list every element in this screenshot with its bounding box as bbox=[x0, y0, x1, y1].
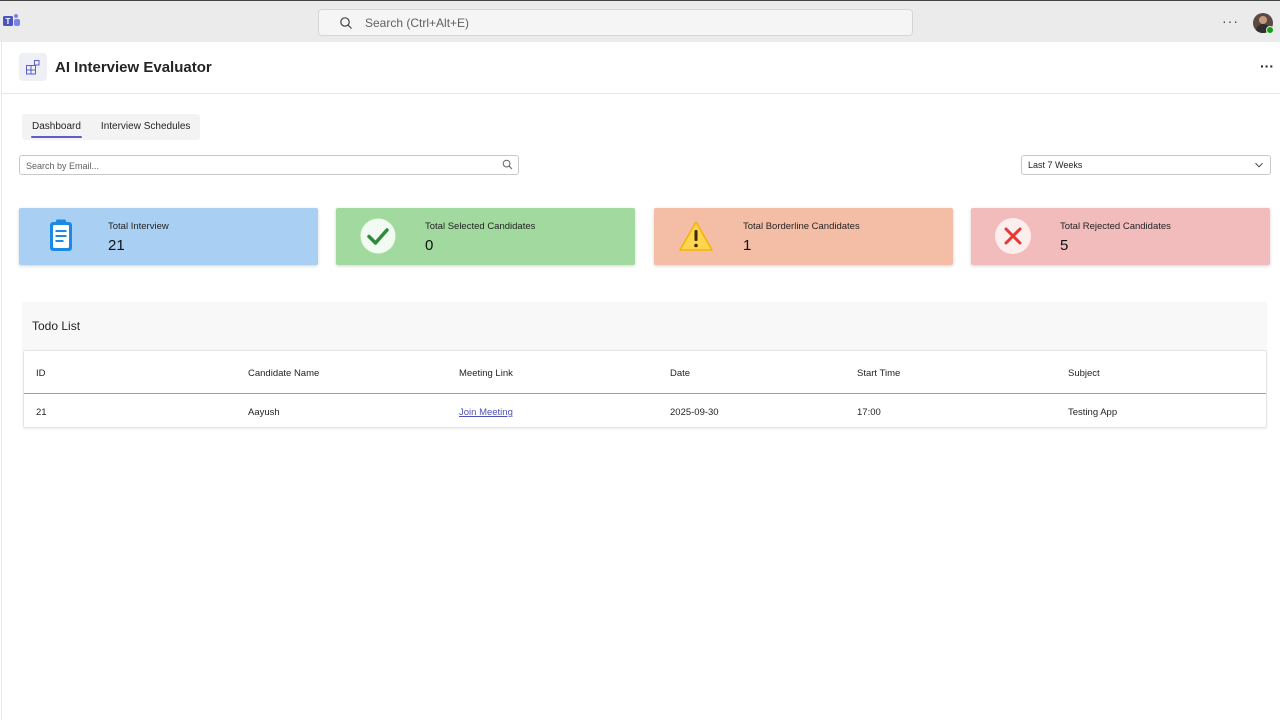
stat-card-total-interview: Total Interview 21 bbox=[19, 208, 318, 265]
app-content: AI Interview Evaluator ··· Dashboard Int… bbox=[1, 42, 1280, 720]
teams-logo-icon[interactable]: T bbox=[3, 13, 21, 29]
cell-subject: Testing App bbox=[1068, 407, 1118, 418]
page-title: AI Interview Evaluator bbox=[55, 59, 212, 76]
title-bar: T Search (Ctrl+Alt+E) ··· bbox=[0, 0, 1280, 42]
tab-list: Dashboard Interview Schedules bbox=[22, 114, 201, 140]
stat-card-label: Total Selected Candidates bbox=[425, 221, 536, 232]
checkmark-icon bbox=[360, 218, 396, 254]
global-search-placeholder: Search (Ctrl+Alt+E) bbox=[365, 15, 470, 30]
stat-card-value: 1 bbox=[743, 237, 752, 254]
stat-card-label: Total Borderline Candidates bbox=[743, 221, 860, 232]
date-range-value: Last 7 Weeks bbox=[1028, 160, 1083, 170]
column-header-start-time[interactable]: Start Time bbox=[857, 368, 900, 379]
cell-candidate-name: Aayush bbox=[248, 407, 280, 418]
close-icon bbox=[995, 218, 1031, 254]
stat-card-borderline: Total Borderline Candidates 1 bbox=[654, 208, 953, 265]
svg-text:T: T bbox=[6, 17, 11, 26]
stat-card-value: 21 bbox=[108, 237, 125, 254]
table-header-row: ID Candidate Name Meeting Link Date Star… bbox=[24, 351, 1266, 394]
join-meeting-link[interactable]: Join Meeting bbox=[459, 407, 513, 418]
cell-id: 21 bbox=[36, 407, 47, 418]
presence-available-icon bbox=[1266, 26, 1274, 34]
column-header-id[interactable]: ID bbox=[36, 368, 46, 379]
stat-card-label: Total Rejected Candidates bbox=[1060, 221, 1171, 232]
cell-date: 2025-09-30 bbox=[670, 407, 719, 418]
date-range-dropdown[interactable]: Last 7 Weeks bbox=[1021, 155, 1271, 175]
app-icon bbox=[19, 53, 47, 81]
global-search-bar[interactable]: Search (Ctrl+Alt+E) bbox=[318, 9, 913, 36]
column-header-candidate-name[interactable]: Candidate Name bbox=[248, 368, 319, 379]
stat-card-value: 0 bbox=[425, 237, 434, 254]
avatar-head bbox=[1259, 16, 1267, 24]
email-search-input[interactable] bbox=[20, 157, 490, 175]
chevron-down-icon bbox=[1255, 162, 1263, 168]
todo-list-section: Todo List ID Candidate Name Meeting Link… bbox=[22, 302, 1267, 428]
stat-card-value: 5 bbox=[1060, 237, 1069, 254]
tab-dashboard[interactable]: Dashboard bbox=[22, 114, 91, 140]
settings-more-button[interactable]: ··· bbox=[1222, 13, 1239, 29]
stat-card-selected: Total Selected Candidates 0 bbox=[336, 208, 635, 265]
table-row: 21 Aayush Join Meeting 2025-09-30 17:00 … bbox=[24, 394, 1266, 429]
search-icon[interactable] bbox=[502, 159, 513, 170]
todo-list-title: Todo List bbox=[32, 319, 81, 333]
search-icon bbox=[340, 16, 352, 29]
warning-icon bbox=[679, 221, 713, 251]
cell-start-time: 17:00 bbox=[857, 407, 881, 418]
todo-list-header: Todo List bbox=[22, 302, 1267, 350]
stat-card-label: Total Interview bbox=[108, 221, 169, 232]
tab-interview-schedules[interactable]: Interview Schedules bbox=[91, 114, 201, 140]
column-header-subject[interactable]: Subject bbox=[1068, 368, 1100, 379]
todo-table: ID Candidate Name Meeting Link Date Star… bbox=[23, 350, 1267, 428]
stat-card-rejected: Total Rejected Candidates 5 bbox=[971, 208, 1270, 265]
app-header: AI Interview Evaluator ··· bbox=[2, 42, 1280, 94]
email-search-field bbox=[19, 155, 519, 175]
apps-grid-icon bbox=[26, 60, 40, 75]
clipboard-icon bbox=[50, 219, 72, 251]
column-header-date[interactable]: Date bbox=[670, 368, 690, 379]
app-more-button[interactable]: ··· bbox=[1260, 58, 1274, 74]
column-header-meeting-link[interactable]: Meeting Link bbox=[459, 368, 513, 379]
